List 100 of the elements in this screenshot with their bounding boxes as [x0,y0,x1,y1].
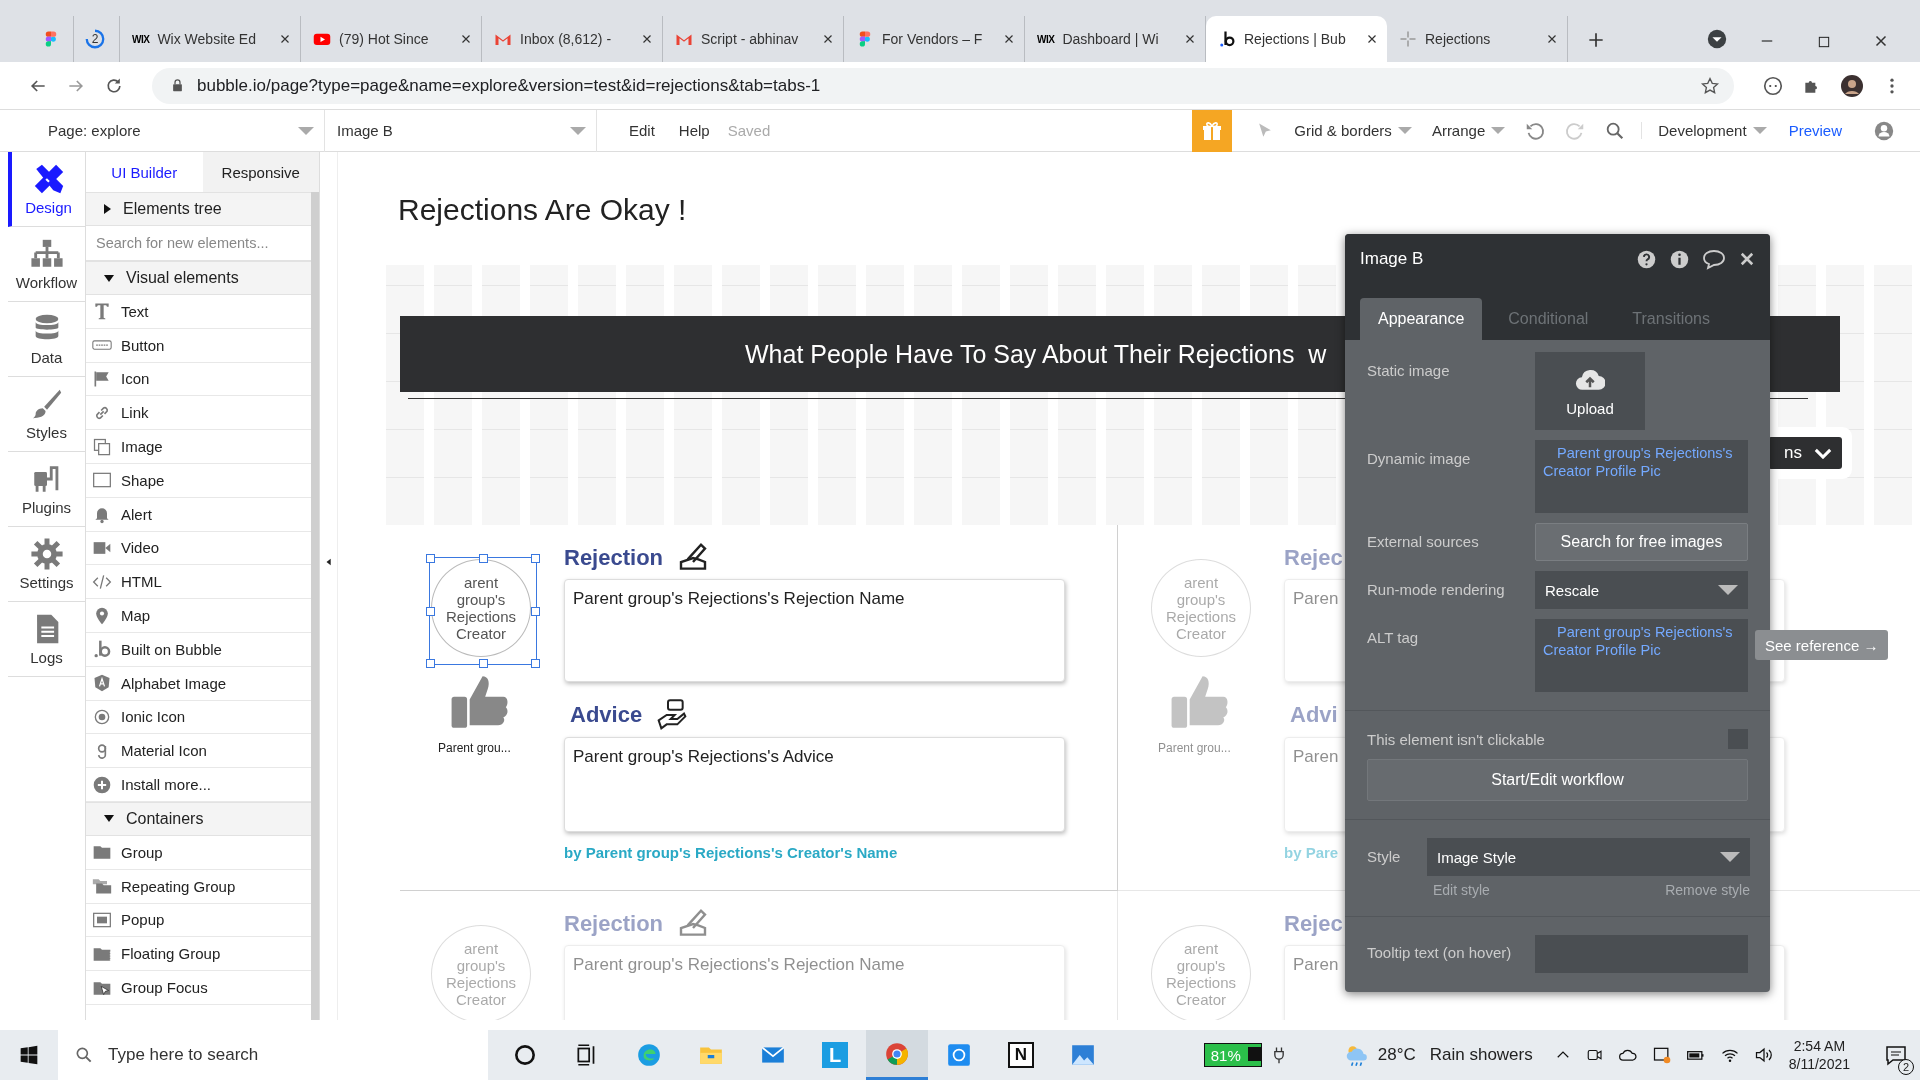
tab-title: Dashboard | Wi [1062,31,1160,47]
search-placeholder: Type here to search [108,1045,259,1065]
star-icon[interactable] [1700,75,1720,96]
element-item[interactable]: Install more... [86,768,311,802]
dropdown[interactable]: Image Style [1427,838,1750,876]
sidebar-item[interactable]: Plugins [8,452,85,527]
section-heading: Advi [1290,702,1338,728]
tab-title: Rejections [1425,31,1492,47]
sidebar-item[interactable]: Logs [8,602,85,677]
element-item[interactable]: Repeating Group [86,869,311,904]
field-label: Style [1367,847,1402,865]
field-label: This element isn't clickable [1367,730,1545,748]
element-item[interactable]: Material Icon [86,734,311,769]
element-item[interactable]: HTML [86,565,311,600]
sidebar-item[interactable]: Workflow [8,227,85,302]
dropdown[interactable]: Rescale [1535,571,1748,609]
bubble-logo-icon [92,639,112,660]
field-label: Dynamic image [1367,449,1472,467]
menu-label: Grid & borders [1294,122,1392,139]
image-icon [92,436,112,457]
element-item[interactable]: Alert [86,497,311,532]
section-heading: Rejection [564,545,664,571]
element-item[interactable]: Built on Bubble [86,632,311,667]
sidebar-item[interactable]: Settings [8,527,85,602]
element-item[interactable]: Ionic Icon [86,700,311,735]
dropdown-value: Image Style [1437,848,1517,866]
caret-icon [1720,852,1740,862]
caret-icon [1491,127,1506,134]
spinner-icon [84,28,106,50]
search-images-button[interactable]: Search for free images [1535,523,1748,561]
t-icon [92,301,112,322]
plus-icon[interactable] [1586,30,1606,50]
author-text: by Pare [1284,844,1339,861]
sidebar-item[interactable]: Design [8,152,85,227]
browser-tab[interactable]: Rejections | Bub [1206,16,1387,62]
element-item[interactable]: Alphabet Image [86,666,311,701]
dropdown-value: ns [1784,443,1802,463]
workflow-button[interactable]: Start/Edit workflow [1367,759,1748,801]
element-dropdown[interactable]: Image B [325,109,597,152]
address-field[interactable]: bubble.io/page?type=page&name=explore&version=test&id=rejections&tab=tabs-1 [152,67,1734,104]
sidebar-item[interactable]: Styles [8,377,85,452]
grid-menu[interactable]: Grid & borders [1284,122,1422,139]
element-item[interactable]: Image [86,430,311,464]
arrange-menu[interactable]: Arrange [1421,122,1516,139]
comment-icon[interactable] [1702,247,1726,271]
clock[interactable]: 2:54 AM 8/11/2021 [1788,1037,1850,1073]
element-item[interactable]: Map [86,599,311,633]
taskbar-app[interactable]: N [990,1030,1052,1080]
chevron-icon [1814,447,1832,459]
info-icon[interactable] [1669,248,1690,270]
element-item[interactable]: Shape [86,464,311,498]
element-item[interactable]: Icon [86,362,311,397]
page-dropdown[interactable]: Page: explore [40,109,325,152]
element-item[interactable]: Group [86,835,311,870]
speaker-icon[interactable] [1753,1045,1774,1065]
banner-title: What People Have To Say About Their Rejections w [745,339,1327,369]
help-icon[interactable] [1636,248,1657,270]
element-item[interactable]: Link [86,396,311,431]
chevron-icon[interactable] [1706,28,1728,50]
element-item[interactable]: Text [86,295,311,329]
flag-icon [92,369,112,389]
search-field[interactable]: Type here to search [58,1030,488,1080]
crosshair-icon [1399,30,1417,48]
chrome-icon [884,1040,910,1067]
windows-logo-icon [19,1045,39,1065]
dropdown-value: Development [1658,122,1747,139]
section-heading: Rejection [564,911,664,937]
caret-icon [1397,127,1412,134]
app-tray-icon[interactable] [1651,1045,1672,1065]
panel-tab[interactable]: Appearance [1360,298,1483,340]
section-header[interactable]: Elements tree [86,192,311,226]
notification-count: 2 [1898,1059,1914,1075]
section-header[interactable]: Containers [86,801,311,836]
section-header[interactable]: Visual elements [86,261,311,295]
close-icon[interactable] [1738,250,1756,268]
menu-item[interactable]: Edit [617,122,667,139]
version-dropdown[interactable]: Development [1641,122,1777,139]
field-label: External sources [1367,532,1480,550]
element-item[interactable]: Floating Group [86,937,311,972]
panel-tab[interactable]: Responsive [202,152,319,192]
upload-button[interactable]: Upload [1535,352,1645,430]
element-item[interactable]: Group Focus [86,971,311,1005]
expression-text: Parent group's Rejections's Creator Profile Pic [1543,623,1734,659]
preview-link[interactable]: Preview [1788,122,1842,139]
element-item[interactable]: Button [86,328,311,363]
element-item[interactable]: Video [86,531,311,566]
menu-item[interactable]: Help [666,122,722,139]
user-icon[interactable] [1873,119,1895,142]
expression-field[interactable]: Parent group's Rejections's Creator Profile Pic [1535,440,1748,513]
alt-text: arent group's Rejections Creator [444,940,517,1008]
gauge-icon[interactable] [1762,74,1784,97]
selection-frame[interactable] [429,557,537,665]
card-text: Paren [1293,589,1339,608]
maximize-icon[interactable] [1816,34,1832,50]
sidebar-item[interactable]: Data [8,302,85,377]
avatar-icon[interactable] [1840,73,1864,98]
dropdown-value: Page: explore [48,122,142,139]
element-item[interactable]: Popup [86,903,311,938]
expression-field[interactable]: Parent group's Rejections's Creator Profile Pic [1535,619,1748,692]
mountain-photo-icon [1070,1042,1096,1068]
